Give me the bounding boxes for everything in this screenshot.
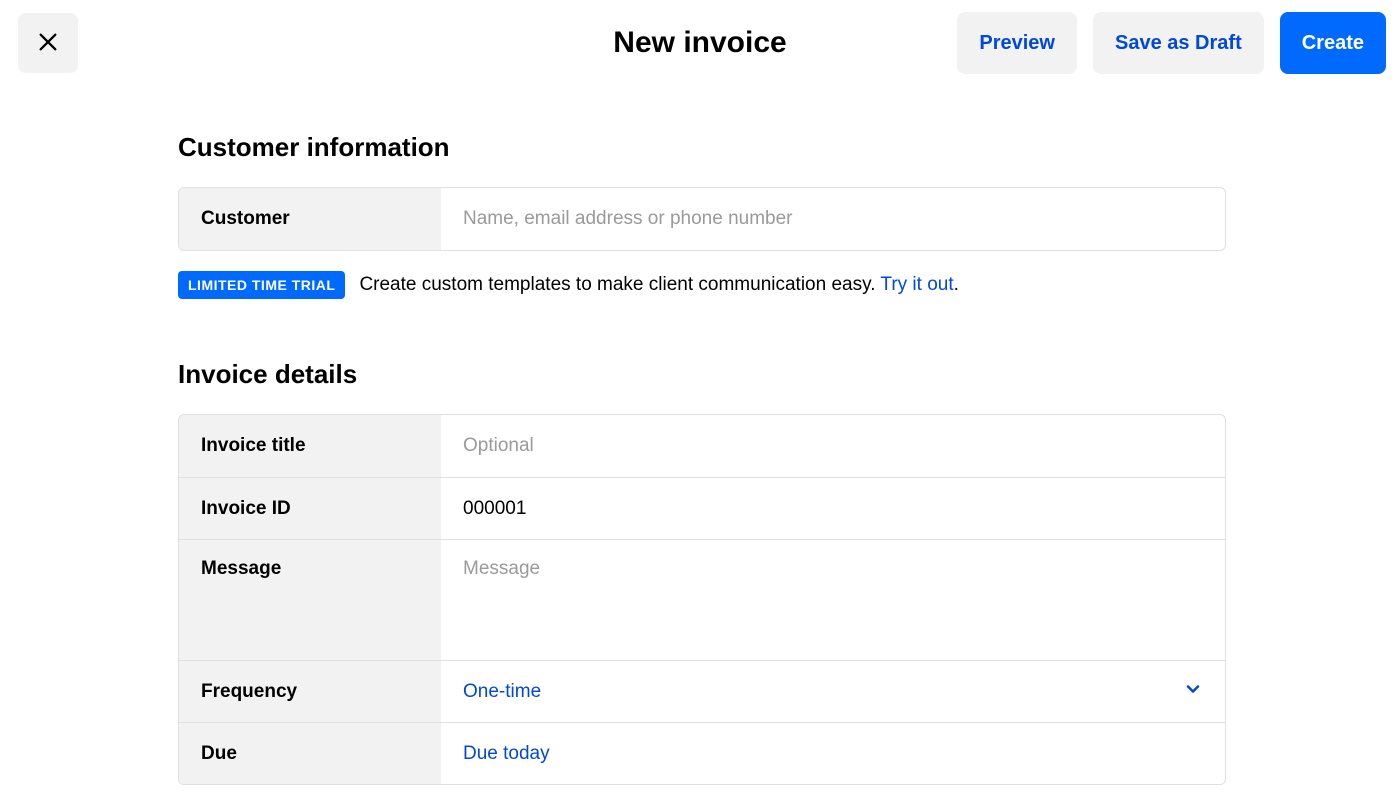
invoice-id-label: Invoice ID <box>179 478 441 539</box>
promo-badge: LIMITED TIME TRIAL <box>178 271 345 299</box>
save-draft-button[interactable]: Save as Draft <box>1093 12 1264 74</box>
promo-text-wrap: Create custom templates to make client c… <box>359 274 958 296</box>
customer-input[interactable] <box>463 208 1203 230</box>
header-actions: Preview Save as Draft Create <box>957 12 1386 74</box>
message-row: Message <box>179 539 1225 660</box>
chevron-down-icon <box>1183 679 1203 704</box>
invoice-id-row: Invoice ID <box>179 477 1225 539</box>
promo-link[interactable]: Try it out <box>880 274 953 295</box>
due-row: Due Due today <box>179 722 1225 784</box>
promo-text: Create custom templates to make client c… <box>359 274 880 295</box>
invoice-title-label: Invoice title <box>179 415 441 477</box>
customer-control <box>441 188 1225 250</box>
due-label: Due <box>179 723 441 784</box>
customer-row: Customer <box>179 188 1225 250</box>
frequency-row: Frequency One-time <box>179 660 1225 722</box>
invoice-title-control <box>441 415 1225 477</box>
invoice-id-input[interactable] <box>463 498 1203 520</box>
due-value: Due today <box>463 743 1203 765</box>
close-button[interactable] <box>18 13 78 73</box>
invoice-id-control <box>441 478 1225 539</box>
frequency-control[interactable]: One-time <box>441 661 1225 722</box>
promo-banner: LIMITED TIME TRIAL Create custom templat… <box>178 271 1226 299</box>
customer-section-title: Customer information <box>178 132 1226 163</box>
customer-field-group: Customer <box>178 187 1226 251</box>
message-label: Message <box>179 540 441 660</box>
preview-button[interactable]: Preview <box>957 12 1077 74</box>
close-icon <box>37 31 59 56</box>
promo-suffix: . <box>954 274 959 295</box>
page-title: New invoice <box>613 26 786 60</box>
header-bar: New invoice Preview Save as Draft Create <box>0 0 1400 78</box>
invoice-details-section-title: Invoice details <box>178 359 1226 390</box>
create-button[interactable]: Create <box>1280 12 1386 74</box>
message-input[interactable] <box>463 540 1203 660</box>
invoice-title-row: Invoice title <box>179 415 1225 477</box>
frequency-value: One-time <box>463 681 1203 703</box>
customer-label: Customer <box>179 188 441 250</box>
frequency-label: Frequency <box>179 661 441 722</box>
due-control[interactable]: Due today <box>441 723 1225 784</box>
message-control <box>441 540 1225 660</box>
invoice-title-input[interactable] <box>463 435 1203 457</box>
invoice-details-group: Invoice title Invoice ID Message Frequen… <box>178 414 1226 785</box>
content-area: Customer information Customer LIMITED TI… <box>178 78 1226 785</box>
